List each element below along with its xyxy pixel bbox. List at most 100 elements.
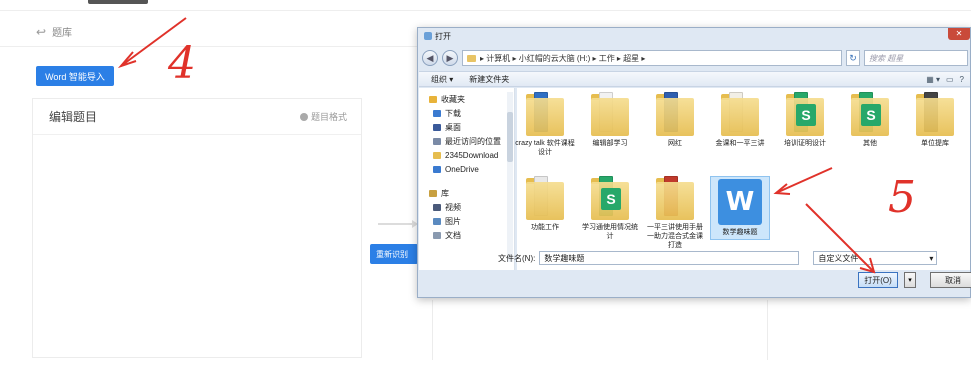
- file-item-label: 金课和一平三讲: [715, 140, 765, 147]
- file-item[interactable]: 功能工作: [515, 176, 575, 232]
- sidebar-item-fav-0[interactable]: 收藏夹: [429, 92, 514, 106]
- file-item[interactable]: 金课和一平三讲: [710, 92, 770, 148]
- sidebar-item-label: 2345Download: [445, 150, 499, 160]
- file-item-label: 学习通使用情况统计: [582, 224, 638, 240]
- star-icon: [429, 95, 437, 103]
- page: ↩ 题库 Word 智能导入 编辑题目 题目格式 重新识别 打开 ✕ ◀ ▶ ▸…: [0, 0, 971, 376]
- open-dropdown-button[interactable]: ▾: [904, 272, 916, 288]
- sidebar-item-label: OneDrive: [445, 164, 479, 174]
- dialog-toolbar: 组织 ▾ 新建文件夹 ▦ ▾ ▭ ?: [419, 71, 970, 87]
- file-item-label: 功能工作: [531, 224, 559, 231]
- sidebar-item-fav-1[interactable]: 下载: [429, 106, 514, 120]
- search-input[interactable]: 搜索 超星: [864, 50, 968, 66]
- sidebar-item-lib-3[interactable]: 文档: [429, 228, 514, 242]
- chevron-down-icon: ▾: [929, 253, 934, 263]
- document-icon: [433, 231, 441, 239]
- file-item[interactable]: 单位提库: [905, 92, 965, 148]
- dialog-app-icon: [424, 32, 432, 40]
- navigation-pane: 收藏夹下载桌面最近访问的位置 2345Download OneDrive 库视频 图片…: [419, 88, 515, 270]
- sidebar-item-label: 桌面: [445, 122, 461, 132]
- address-bar[interactable]: ▸ 计算机 ▸ 小红帽的云大脑 (H:) ▸ 工作 ▸ 超星 ▸: [462, 50, 842, 66]
- header-divider: [0, 46, 420, 47]
- cancel-button[interactable]: 取消: [930, 272, 971, 288]
- spreadsheet-file-icon: S: [601, 188, 621, 210]
- file-item-label: 培训证明设计: [784, 140, 826, 147]
- sidebar-item-label: 下载: [445, 108, 461, 118]
- top-edge-shape: [88, 0, 148, 4]
- new-folder-button[interactable]: 新建文件夹: [469, 74, 509, 85]
- dialog-close-button[interactable]: ✕: [948, 28, 970, 40]
- file-item-label: 其他: [863, 140, 877, 147]
- annotation-arrow-4-head: [117, 51, 137, 69]
- editor-panel: 编辑题目 题目格式: [32, 98, 362, 358]
- preview-pane-icon[interactable]: ▭: [946, 75, 954, 84]
- file-type-select[interactable]: 自定义文件 ▾: [813, 251, 938, 265]
- annotation-step-5: 5: [888, 172, 916, 223]
- library-icon: [429, 189, 437, 197]
- open-button[interactable]: 打开(O): [858, 272, 898, 288]
- filename-row: 文件名(N): 数学趣味题 自定义文件 ▾: [498, 250, 968, 266]
- view-controls: ▦ ▾ ▭ ?: [926, 75, 970, 84]
- file-item-label: 一平三讲使用手册一助力混合式金课打造: [647, 224, 703, 249]
- preview-panel: [432, 300, 768, 360]
- sidebar-item-fav-4[interactable]: 2345Download: [429, 148, 514, 162]
- folder-icon: S: [591, 176, 629, 220]
- refresh-icon[interactable]: ↻: [846, 50, 860, 66]
- sidebar-item-lib-2[interactable]: 图片: [429, 214, 514, 228]
- folder-icon: [656, 176, 694, 220]
- sidebar-item-lib-0[interactable]: 库: [429, 186, 514, 200]
- file-item-label: 网红: [668, 140, 682, 147]
- sidebar-item-label: 最近访问的位置: [445, 136, 501, 146]
- filename-input[interactable]: 数学趣味题: [539, 251, 800, 265]
- folder-icon: S: [786, 92, 824, 136]
- sidebar-item-lib-1[interactable]: 视频: [429, 200, 514, 214]
- download-folder-icon: [433, 109, 441, 117]
- cloud-icon: [433, 165, 441, 173]
- file-item[interactable]: S 其他: [840, 92, 900, 148]
- file-item[interactable]: crazy talk 软件课程设计: [515, 92, 575, 157]
- back-link[interactable]: ↩ 题库: [36, 24, 72, 40]
- video-icon: [433, 203, 441, 211]
- format-hint-link[interactable]: 题目格式: [299, 110, 347, 123]
- top-divider: [0, 10, 971, 11]
- spreadsheet-file-icon: S: [796, 104, 816, 126]
- folder-icon: [433, 151, 441, 159]
- word-import-button[interactable]: Word 智能导入: [36, 66, 114, 86]
- sidebar-item-fav-5[interactable]: OneDrive: [429, 162, 514, 176]
- folder-icon: [526, 92, 564, 136]
- back-nav-button[interactable]: ◀: [422, 50, 438, 66]
- file-item-label: 编辑部学习: [592, 140, 628, 147]
- dialog-buttons: 打开(O) ▾ 取消: [858, 272, 971, 288]
- address-folder-icon: [467, 54, 476, 62]
- dialog-title: 打开: [435, 31, 451, 41]
- sidebar-item-label: 收藏夹: [441, 94, 465, 104]
- file-item[interactable]: 一平三讲使用手册一助力混合式金课打造: [645, 176, 705, 250]
- file-item[interactable]: 网红: [645, 92, 705, 148]
- folder-icon: [656, 92, 694, 136]
- nav-scrollbar-thumb[interactable]: [507, 112, 513, 162]
- folder-icon: [721, 92, 759, 136]
- recent-places-icon: [433, 137, 441, 145]
- file-item[interactable]: 编辑部学习: [580, 92, 640, 148]
- folder-icon: [591, 92, 629, 136]
- picture-icon: [433, 217, 441, 225]
- view-mode-icon[interactable]: ▦ ▾: [926, 75, 940, 84]
- file-item-label: 数学趣味题: [722, 229, 758, 236]
- folder-icon: [916, 92, 954, 136]
- forward-nav-button[interactable]: ▶: [442, 50, 458, 66]
- organize-menu[interactable]: 组织 ▾: [431, 74, 453, 85]
- sidebar-item-fav-2[interactable]: 桌面: [429, 120, 514, 134]
- file-item[interactable]: S 学习通使用情况统计: [580, 176, 640, 241]
- desktop-icon: [433, 123, 441, 131]
- help-icon: [299, 112, 308, 121]
- file-item[interactable]: S 培训证明设计: [775, 92, 835, 148]
- back-arrow-icon: ↩: [36, 24, 47, 39]
- sidebar-item-label: 库: [441, 188, 449, 198]
- annotation-step-4: 4: [168, 38, 196, 89]
- sidebar-item-fav-3[interactable]: 最近访问的位置: [429, 134, 514, 148]
- nav-scrollbar[interactable]: [507, 92, 513, 262]
- recognize-button[interactable]: 重新识别: [370, 244, 418, 264]
- help-circle-icon[interactable]: ?: [960, 75, 964, 84]
- format-hint-label: 题目格式: [310, 112, 347, 122]
- file-item[interactable]: W 数学趣味题: [710, 176, 770, 240]
